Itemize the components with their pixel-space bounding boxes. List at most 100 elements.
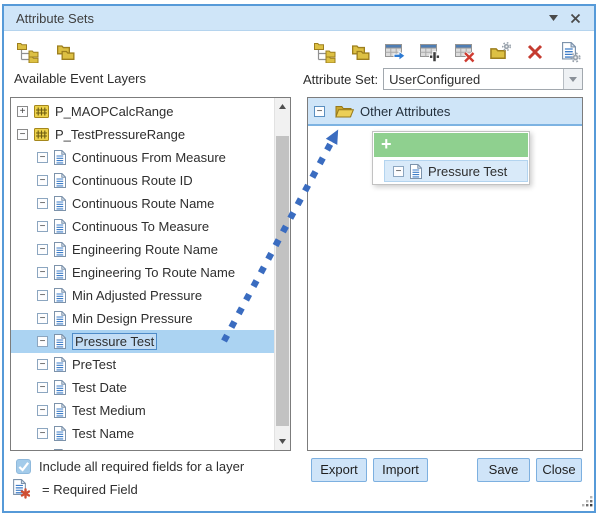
expand-toggle[interactable]: − — [37, 267, 48, 278]
tree-item[interactable]: − Test Type — [11, 445, 274, 451]
attribute-set-label: Attribute Set: — [303, 72, 378, 87]
tree-item[interactable]: − Min Adjusted Pressure — [11, 284, 274, 307]
event-layer-icon — [34, 128, 49, 141]
attribute-set-dropdown[interactable]: UserConfigured — [383, 68, 583, 90]
scroll-up-icon[interactable] — [275, 99, 290, 114]
expand-toggle[interactable]: − — [37, 428, 48, 439]
tree-item[interactable]: − Engineering To Route Name — [11, 261, 274, 284]
event-layer-icon — [34, 105, 49, 118]
tree-item-label: Test Type — [72, 449, 127, 451]
close-button[interactable]: Close — [536, 458, 582, 482]
expand-toggle[interactable]: + — [17, 106, 28, 117]
required-field-icon — [13, 479, 30, 499]
group-other-attributes[interactable]: − Other Attributes — [308, 98, 582, 126]
drop-indicator: + — [374, 133, 528, 157]
field-doc-icon — [54, 334, 66, 349]
open-folder-icon[interactable] — [53, 40, 77, 64]
field-doc-icon — [54, 357, 66, 372]
expand-toggle[interactable]: − — [37, 382, 48, 393]
collapse-icon[interactable] — [542, 8, 564, 28]
expand-toggle[interactable]: − — [37, 359, 48, 370]
open-folder-icon[interactable] — [348, 40, 372, 64]
field-doc-icon — [54, 173, 66, 188]
tree-item-label: P_TestPressureRange — [55, 127, 185, 142]
tree-item-label: Engineering To Route Name — [72, 265, 235, 280]
available-event-layers-label: Available Event Layers — [14, 71, 146, 86]
attribute-set-value: UserConfigured — [384, 69, 563, 89]
drag-ghost: + − Pressure Test — [372, 131, 530, 185]
tree-item[interactable]: − P_TestPressureRange — [11, 123, 274, 146]
expand-toggle[interactable]: − — [37, 336, 48, 347]
field-doc-icon — [54, 265, 66, 280]
field-doc-icon — [54, 403, 66, 418]
add-attribute-tree-icon[interactable] — [313, 40, 337, 64]
import-button[interactable]: Import — [373, 458, 428, 482]
tree-item-label: Continuous From Measure — [72, 150, 226, 165]
remove-table-icon[interactable] — [453, 40, 477, 64]
expand-toggle[interactable]: − — [37, 244, 48, 255]
field-doc-icon — [54, 380, 66, 395]
field-doc-icon — [54, 150, 66, 165]
tree-item-label: Continuous Route Name — [72, 196, 214, 211]
include-required-fields-checkbox[interactable] — [16, 459, 31, 474]
resize-grip[interactable] — [582, 495, 593, 510]
available-event-layers-tree: + P_MAOPCalcRange − P_TestPressureRange … — [10, 97, 291, 451]
tree-item[interactable]: − Engineering Route Name — [11, 238, 274, 261]
tree-item[interactable]: − PreTest — [11, 353, 274, 376]
tree-item[interactable]: − Continuous To Measure — [11, 215, 274, 238]
tree: + P_MAOPCalcRange − P_TestPressureRange … — [11, 100, 274, 451]
group-label: Other Attributes — [360, 104, 450, 119]
expand-toggle[interactable]: − — [17, 129, 28, 140]
tree-item-label: Test Date — [72, 380, 127, 395]
field-doc-icon — [54, 242, 66, 257]
add-attribute-tree-icon[interactable] — [16, 40, 40, 64]
export-button[interactable]: Export — [311, 458, 367, 482]
tree-item[interactable]: − Test Date — [11, 376, 274, 399]
field-doc-icon — [54, 426, 66, 441]
tree-item[interactable]: − Test Medium — [11, 399, 274, 422]
tree-item[interactable]: − Continuous Route ID — [11, 169, 274, 192]
check-icon — [17, 460, 30, 473]
field-doc-icon — [54, 288, 66, 303]
dropdown-arrow-icon[interactable] — [563, 69, 582, 89]
vertical-scrollbar[interactable] — [274, 98, 290, 450]
toolbar-left — [16, 40, 77, 64]
save-button[interactable]: Save — [477, 458, 530, 482]
field-doc-icon — [54, 449, 66, 451]
tree-item-label: Min Design Pressure — [72, 311, 193, 326]
report-settings-icon[interactable] — [558, 40, 582, 64]
tree-item[interactable]: − Continuous From Measure — [11, 146, 274, 169]
tree-item[interactable]: + P_MAOPCalcRange — [11, 100, 274, 123]
tree-item-label: P_MAOPCalcRange — [55, 104, 174, 119]
expand-toggle[interactable]: − — [37, 175, 48, 186]
field-doc-icon — [54, 311, 66, 326]
include-required-fields-label: Include all required fields for a layer — [39, 459, 244, 474]
tree-item[interactable]: − Min Design Pressure — [11, 307, 274, 330]
drag-ghost-item: − Pressure Test — [384, 160, 528, 182]
tree-item-label: Test Medium — [72, 403, 146, 418]
new-folder-icon[interactable] — [488, 40, 512, 64]
expand-toggle[interactable]: − — [37, 221, 48, 232]
tree-item-label: Min Adjusted Pressure — [72, 288, 202, 303]
add-table-icon[interactable] — [418, 40, 442, 64]
field-doc-icon — [54, 196, 66, 211]
export-table-icon[interactable] — [383, 40, 407, 64]
title-bar: Attribute Sets — [4, 6, 594, 31]
expand-toggle[interactable]: − — [314, 106, 325, 117]
expand-toggle[interactable]: − — [37, 152, 48, 163]
scrollbar-thumb[interactable] — [276, 136, 289, 426]
tree-item[interactable]: − Test Name — [11, 422, 274, 445]
tree-item-label: Continuous Route ID — [72, 173, 193, 188]
tree-item-label: Continuous To Measure — [72, 219, 209, 234]
expand-toggle[interactable]: − — [37, 198, 48, 209]
expand-toggle[interactable]: − — [37, 290, 48, 301]
expand-toggle[interactable]: − — [37, 313, 48, 324]
tree-item[interactable]: − Continuous Route Name — [11, 192, 274, 215]
expand-toggle[interactable]: − — [37, 405, 48, 416]
include-required-fields-row: Include all required fields for a layer — [16, 459, 244, 474]
tree-item-selected[interactable]: − Pressure Test — [11, 330, 274, 353]
scroll-down-icon[interactable] — [275, 434, 290, 449]
attribute-set-group: Attribute Set: UserConfigured — [303, 68, 583, 90]
delete-icon[interactable] — [523, 40, 547, 64]
close-icon[interactable] — [564, 8, 586, 28]
